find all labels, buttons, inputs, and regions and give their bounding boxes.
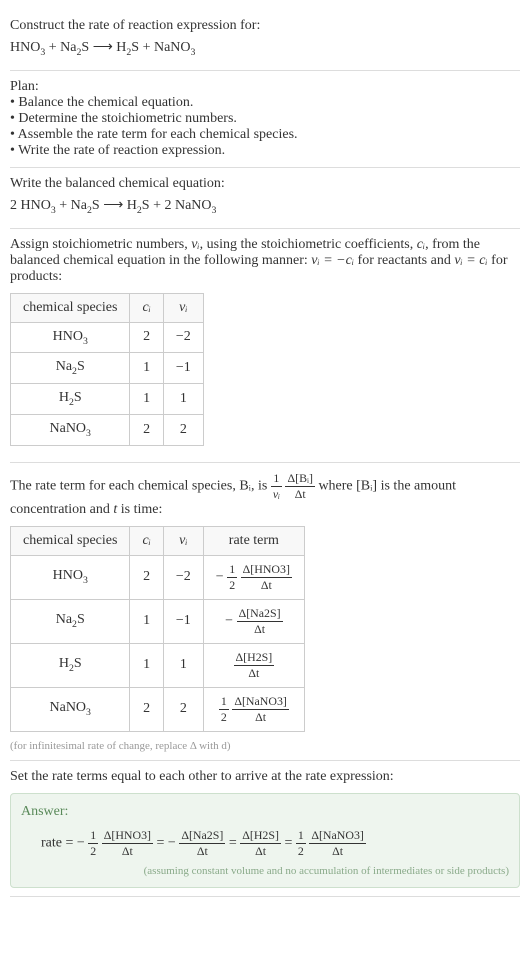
cell-c: 1 xyxy=(130,353,163,384)
balanced-section: Write the balanced chemical equation: 2 … xyxy=(10,168,520,229)
cell-c: 2 xyxy=(130,687,163,731)
table-row: Na2S 1 −1 xyxy=(11,353,204,384)
stoich-section: Assign stoichiometric numbers, νᵢ, using… xyxy=(10,229,520,463)
plan-item: Balance the chemical equation. xyxy=(10,95,520,111)
cell-species: Na2S xyxy=(11,599,130,643)
col-rate: rate term xyxy=(203,526,304,555)
table-header-row: chemical species cᵢ νᵢ rate term xyxy=(11,526,305,555)
frac: Δ[Bᵢ]Δt xyxy=(285,471,314,502)
plan-section: Plan: Balance the chemical equation. Det… xyxy=(10,71,520,168)
plan-item: Assemble the rate term for each chemical… xyxy=(10,127,520,143)
answer-box: Answer: rate = − 12 Δ[HNO3]Δt = − Δ[Na2S… xyxy=(10,793,520,888)
cell-c: 2 xyxy=(130,555,163,599)
table-row: NaNO3 2 2 12 Δ[NaNO3]Δt xyxy=(11,687,305,731)
table-row: Na2S 1 −1 − Δ[Na2S]Δt xyxy=(11,599,305,643)
plan-list: Balance the chemical equation. Determine… xyxy=(10,95,520,159)
stoich-table: chemical species cᵢ νᵢ HNO3 2 −2 Na2S 1 … xyxy=(10,293,204,446)
cell-species: H2S xyxy=(11,643,130,687)
table-row: H2S 1 1 xyxy=(11,384,204,415)
cell-species: HNO3 xyxy=(11,322,130,353)
table-row: HNO3 2 −2 − 12 Δ[HNO3]Δt xyxy=(11,555,305,599)
intro-equation: HNO3 + Na2S ⟶ H2S + NaNO3 xyxy=(10,38,520,58)
cell-species: H2S xyxy=(11,384,130,415)
table-row: H2S 1 1 Δ[H2S]Δt xyxy=(11,643,305,687)
final-title: Set the rate terms equal to each other t… xyxy=(10,769,520,785)
answer-note: (assuming constant volume and no accumul… xyxy=(21,865,509,877)
cell-c: 1 xyxy=(130,599,163,643)
cell-nu: 1 xyxy=(163,384,203,415)
plan-title: Plan: xyxy=(10,79,520,95)
col-nu: νᵢ xyxy=(163,293,203,322)
cell-nu: −1 xyxy=(163,353,203,384)
answer-label: Answer: xyxy=(21,804,509,820)
cell-nu: 2 xyxy=(163,687,203,731)
cell-c: 1 xyxy=(130,384,163,415)
plan-item: Write the rate of reaction expression. xyxy=(10,143,520,159)
cell-c: 2 xyxy=(130,322,163,353)
rateterm-note: (for infinitesimal rate of change, repla… xyxy=(10,740,520,752)
plan-item: Determine the stoichiometric numbers. xyxy=(10,111,520,127)
answer-expression: rate = − 12 Δ[HNO3]Δt = − Δ[Na2S]Δt = Δ[… xyxy=(21,828,509,859)
cell-rate: − Δ[Na2S]Δt xyxy=(203,599,304,643)
cell-species: HNO3 xyxy=(11,555,130,599)
intro-section: Construct the rate of reaction expressio… xyxy=(10,10,520,71)
table-row: NaNO3 2 2 xyxy=(11,414,204,445)
cell-rate: Δ[H2S]Δt xyxy=(203,643,304,687)
cell-nu: 2 xyxy=(163,414,203,445)
frac: 1νᵢ xyxy=(271,471,282,502)
rateterm-table: chemical species cᵢ νᵢ rate term HNO3 2 … xyxy=(10,526,305,732)
cell-nu: −1 xyxy=(163,599,203,643)
cell-c: 2 xyxy=(130,414,163,445)
cell-rate: 12 Δ[NaNO3]Δt xyxy=(203,687,304,731)
cell-species: NaNO3 xyxy=(11,687,130,731)
col-species: chemical species xyxy=(11,293,130,322)
cell-c: 1 xyxy=(130,643,163,687)
table-header-row: chemical species cᵢ νᵢ xyxy=(11,293,204,322)
cell-species: Na2S xyxy=(11,353,130,384)
cell-species: NaNO3 xyxy=(11,414,130,445)
col-species: chemical species xyxy=(11,526,130,555)
rateterm-section: The rate term for each chemical species,… xyxy=(10,463,520,761)
final-section: Set the rate terms equal to each other t… xyxy=(10,761,520,897)
col-c: cᵢ xyxy=(130,293,163,322)
stoich-intro: Assign stoichiometric numbers, νᵢ, using… xyxy=(10,237,520,285)
cell-nu: 1 xyxy=(163,643,203,687)
intro-title: Construct the rate of reaction expressio… xyxy=(10,18,520,34)
balanced-title: Write the balanced chemical equation: xyxy=(10,176,520,192)
cell-nu: −2 xyxy=(163,322,203,353)
rateterm-intro: The rate term for each chemical species,… xyxy=(10,471,520,518)
col-c: cᵢ xyxy=(130,526,163,555)
cell-nu: −2 xyxy=(163,555,203,599)
table-row: HNO3 2 −2 xyxy=(11,322,204,353)
col-nu: νᵢ xyxy=(163,526,203,555)
cell-rate: − 12 Δ[HNO3]Δt xyxy=(203,555,304,599)
balanced-equation: 2 HNO3 + Na2S ⟶ H2S + 2 NaNO3 xyxy=(10,196,520,216)
